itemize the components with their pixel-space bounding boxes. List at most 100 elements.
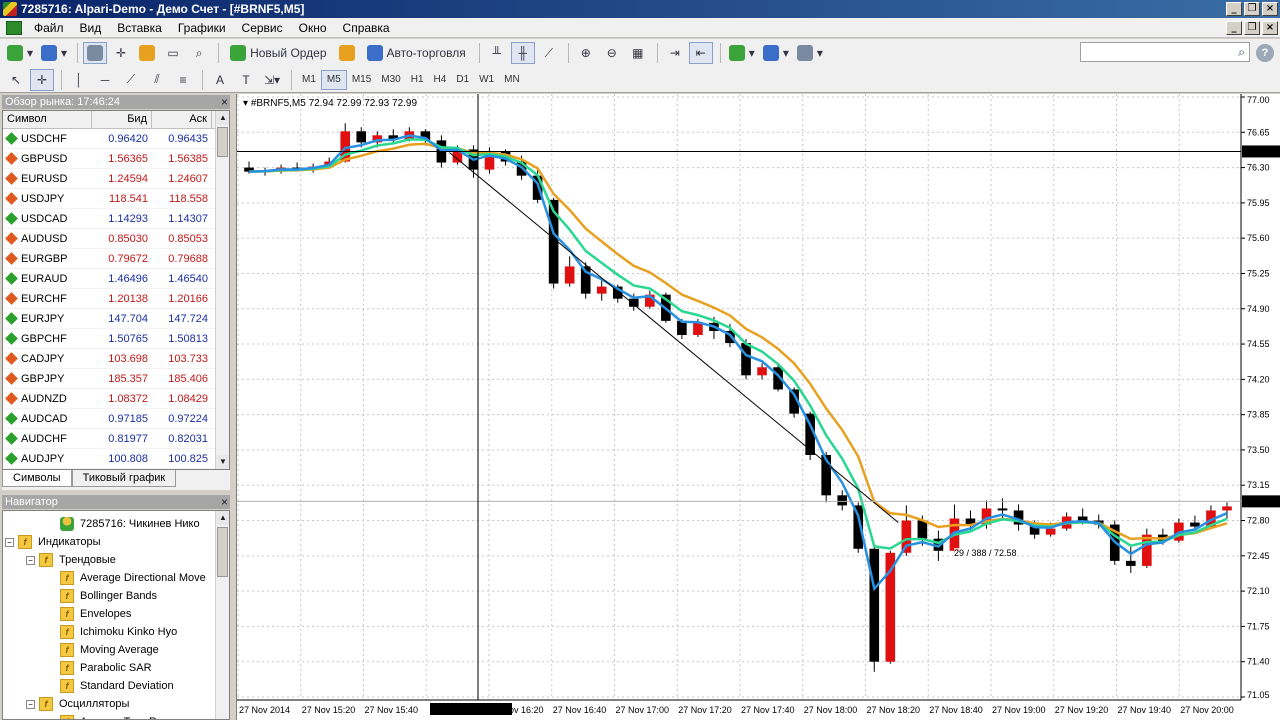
scroll-up-icon[interactable]: ▲ [216, 511, 229, 525]
periods-button[interactable]: ▾ [760, 42, 792, 64]
timeframe-m30[interactable]: M30 [376, 70, 405, 90]
menu-insert[interactable]: Вставка [109, 21, 170, 35]
chart-shift-button[interactable]: ⇤ [688, 42, 713, 64]
profiles-button[interactable]: ▾ [38, 42, 70, 64]
menu-charts[interactable]: Графики [170, 21, 234, 35]
navigator-item[interactable]: − f Индикаторы [5, 533, 101, 551]
table-row[interactable]: EURCHF 1.20138 1.20166 [3, 289, 229, 309]
navigator-scrollbar[interactable]: ▲ [215, 511, 229, 719]
arrows-button[interactable]: ⇲▾ [260, 69, 284, 91]
navigator-close-icon[interactable]: × [221, 495, 228, 509]
market-watch-scrollbar[interactable]: ▲ ▼ [215, 111, 229, 469]
table-row[interactable]: GBPUSD 1.56365 1.56385 [3, 149, 229, 169]
cursor-button[interactable]: ↖ [4, 69, 28, 91]
navigator-item[interactable]: − f Осцилляторы [26, 695, 129, 713]
strategy-tester-toggle[interactable]: ⌕ [187, 42, 211, 64]
tab-symbols[interactable]: Символы [2, 470, 72, 487]
line-chart-button[interactable]: ⟋ [537, 42, 561, 64]
table-row[interactable]: AUDCHF 0.81977 0.82031 [3, 429, 229, 449]
timeframe-w1[interactable]: W1 [474, 70, 499, 90]
auto-scroll-button[interactable]: ⇥ [663, 42, 687, 64]
zoom-out-button[interactable]: ⊖ [600, 42, 624, 64]
timeframe-h4[interactable]: H4 [429, 70, 452, 90]
scroll-up-icon[interactable]: ▲ [216, 111, 229, 125]
column-ask[interactable]: Аск [152, 111, 212, 128]
market-watch-toggle[interactable] [83, 42, 108, 64]
menu-help[interactable]: Справка [335, 21, 398, 35]
table-row[interactable]: AUDJPY 100.808 100.825 [3, 449, 229, 469]
navigator-item[interactable]: f Moving Average [60, 641, 159, 659]
vertical-line-button[interactable]: │ [67, 69, 91, 91]
horizontal-line-button[interactable]: ─ [93, 69, 117, 91]
restore-button[interactable]: ❐ [1244, 2, 1260, 16]
navigator-item[interactable]: f Bollinger Bands [60, 587, 157, 605]
timeframe-m5[interactable]: M5 [320, 69, 347, 90]
menu-window[interactable]: Окно [291, 21, 335, 35]
table-row[interactable]: EURJPY 147.704 147.724 [3, 309, 229, 329]
table-row[interactable]: EURGBP 0.79672 0.79688 [3, 249, 229, 269]
column-symbol[interactable]: Символ [3, 111, 92, 128]
navigator-toggle[interactable] [135, 42, 159, 64]
menu-file[interactable]: Файл [26, 21, 72, 35]
terminal-toggle[interactable]: ▭ [161, 42, 185, 64]
market-watch-close-icon[interactable]: × [221, 95, 228, 109]
search-input[interactable]: ⌕ [1080, 42, 1250, 62]
new-chart-button[interactable]: ▾ [4, 42, 36, 64]
help-button[interactable]: ? [1256, 44, 1274, 62]
chart-window[interactable]: 77.00 76.65 76.30 75.95 75.60 75.25 74.90 74.55… [236, 94, 1280, 720]
table-row[interactable]: USDCAD 1.14293 1.14307 [3, 209, 229, 229]
scroll-down-icon[interactable]: ▼ [216, 455, 229, 469]
scroll-thumb[interactable] [217, 527, 228, 577]
table-row[interactable]: AUDUSD 0.85030 0.85053 [3, 229, 229, 249]
timeframe-h1[interactable]: H1 [406, 70, 429, 90]
mdi-close-button[interactable]: × [1262, 21, 1278, 35]
text-button[interactable]: A [208, 69, 232, 91]
table-row[interactable]: EURUSD 1.24594 1.24607 [3, 169, 229, 189]
indicators-button[interactable]: ▾ [726, 42, 758, 64]
navigator-item[interactable]: 7285716: Чикинев Нико [60, 515, 200, 533]
new-order-button[interactable]: Новый Ордер [224, 42, 332, 64]
navigator-item[interactable]: f Envelopes [60, 605, 131, 623]
menu-view[interactable]: Вид [72, 21, 110, 35]
table-row[interactable]: USDJPY 118.541 118.558 [3, 189, 229, 209]
collapse-icon[interactable]: − [26, 555, 35, 565]
table-row[interactable]: AUDCAD 0.97185 0.97224 [3, 409, 229, 429]
timeframe-m1[interactable]: M1 [297, 70, 321, 90]
timeframe-d1[interactable]: D1 [451, 70, 474, 90]
tile-windows-button[interactable]: ▦ [626, 42, 650, 64]
data-window-toggle[interactable]: ✛ [109, 42, 133, 64]
crosshair-button[interactable]: ✛ [30, 68, 54, 91]
timeframe-m15[interactable]: M15 [347, 70, 376, 90]
navigator-item[interactable]: f Average Directional Move [60, 569, 206, 587]
metaeditor-button[interactable] [335, 42, 359, 64]
navigator-item[interactable]: f Parabolic SAR [60, 659, 152, 677]
table-row[interactable]: GBPCHF 1.50765 1.50813 [3, 329, 229, 349]
table-row[interactable]: EURAUD 1.46496 1.46540 [3, 269, 229, 289]
table-row[interactable]: GBPJPY 185.357 185.406 [3, 369, 229, 389]
timeframe-mn[interactable]: MN [499, 70, 525, 90]
chart-window-icon[interactable] [6, 20, 22, 35]
minimize-button[interactable]: _ [1226, 2, 1242, 16]
table-row[interactable]: USDCHF 0.96420 0.96435 [3, 129, 229, 149]
mdi-minimize-button[interactable]: _ [1226, 21, 1242, 35]
fibonacci-button[interactable]: ≡ [171, 69, 195, 91]
collapse-icon[interactable]: − [26, 699, 35, 709]
templates-button[interactable]: ▾ [794, 42, 826, 64]
price-chart[interactable]: 77.00 76.65 76.30 75.95 75.60 75.25 74.90 74.55… [237, 94, 1280, 720]
collapse-icon[interactable]: − [5, 537, 14, 547]
scroll-thumb[interactable] [217, 127, 228, 157]
autotrading-button[interactable]: Авто-торговля [361, 42, 472, 64]
menu-tools[interactable]: Сервис [234, 21, 291, 35]
equidistant-channel-button[interactable]: ⫽ [145, 69, 169, 91]
trendline-button[interactable]: ⟋ [119, 69, 143, 91]
navigator-item[interactable]: f Standard Deviation [60, 677, 174, 695]
navigator-item[interactable]: f Ichimoku Kinko Hyo [60, 623, 177, 641]
candlestick-chart-button[interactable]: ╫ [510, 42, 535, 64]
mdi-restore-button[interactable]: ❐ [1244, 21, 1260, 35]
column-bid[interactable]: Бид [92, 111, 152, 128]
navigator-item[interactable]: − f Трендовые [26, 551, 116, 569]
text-label-button[interactable]: T [234, 69, 258, 91]
table-row[interactable]: CADJPY 103.698 103.733 [3, 349, 229, 369]
table-row[interactable]: AUDNZD 1.08372 1.08429 [3, 389, 229, 409]
navigator-item[interactable]: f Average True Range [60, 713, 181, 719]
